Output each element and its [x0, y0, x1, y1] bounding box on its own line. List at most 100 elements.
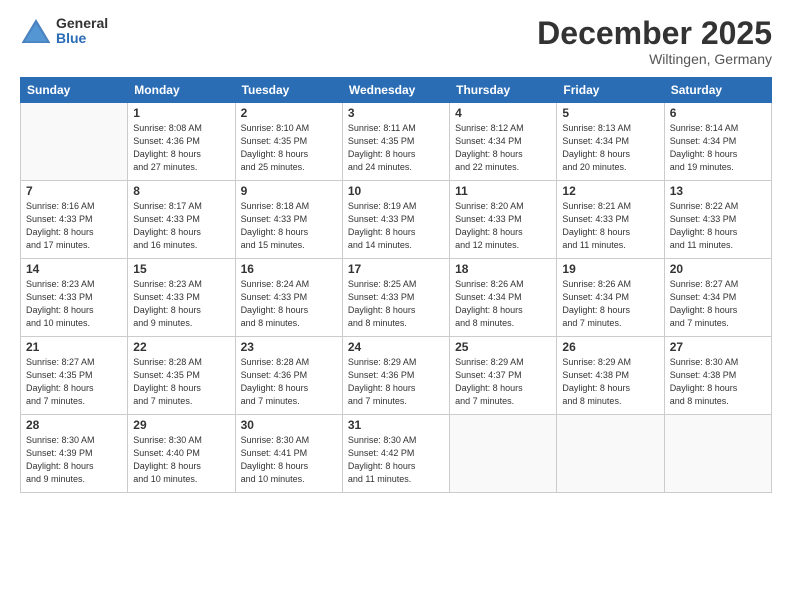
calendar-cell: 2 Sunrise: 8:10 AM Sunset: 4:35 PM Daylig… — [235, 103, 342, 181]
calendar-cell: 28Sunrise: 8:30 AM Sunset: 4:39 PM Dayli… — [21, 415, 128, 493]
calendar-header-friday: Friday — [557, 78, 664, 103]
day-info: Sunrise: 8:30 AM Sunset: 4:41 PM Dayligh… — [241, 434, 337, 486]
day-info: Sunrise: 8:29 AM Sunset: 4:37 PM Dayligh… — [455, 356, 551, 408]
day-info: Sunrise: 8:23 AM Sunset: 4:33 PM Dayligh… — [133, 278, 229, 330]
day-info: Sunrise: 8:30 AM Sunset: 4:38 PM Dayligh… — [670, 356, 766, 408]
day-info: Sunrise: 8:23 AM Sunset: 4:33 PM Dayligh… — [26, 278, 122, 330]
day-info: Sunrise: 8:16 AM Sunset: 4:33 PM Dayligh… — [26, 200, 122, 252]
day-info: Sunrise: 8:11 AM Sunset: 4:35 PM Dayligh… — [348, 122, 444, 174]
day-info: Sunrise: 8:21 AM Sunset: 4:33 PM Dayligh… — [562, 200, 658, 252]
calendar-cell — [21, 103, 128, 181]
calendar-cell: 7 Sunrise: 8:16 AM Sunset: 4:33 PM Daylig… — [21, 181, 128, 259]
calendar-cell: 23 Sunrise: 8:28 AM Sunset: 4:36 PM Dayli… — [235, 337, 342, 415]
calendar-cell — [450, 415, 557, 493]
day-info: Sunrise: 8:25 AM Sunset: 4:33 PM Dayligh… — [348, 278, 444, 330]
day-number: 21 — [26, 340, 122, 354]
day-number: 28 — [26, 418, 122, 432]
day-number: 30 — [241, 418, 337, 432]
day-number: 20 — [670, 262, 766, 276]
logo-text: General Blue — [56, 16, 108, 47]
calendar-cell: 14 Sunrise: 8:23 AM Sunset: 4:33 PM Dayli… — [21, 259, 128, 337]
calendar: SundayMondayTuesdayWednesdayThursdayFrid… — [20, 77, 772, 493]
day-info: Sunrise: 8:28 AM Sunset: 4:35 PM Dayligh… — [133, 356, 229, 408]
day-info: Sunrise: 8:12 AM Sunset: 4:34 PM Dayligh… — [455, 122, 551, 174]
calendar-cell: 10 Sunrise: 8:19 AM Sunset: 4:33 PM Dayli… — [342, 181, 449, 259]
calendar-header-saturday: Saturday — [664, 78, 771, 103]
calendar-cell: 18 Sunrise: 8:26 AM Sunset: 4:34 PM Dayli… — [450, 259, 557, 337]
day-info: Sunrise: 8:22 AM Sunset: 4:33 PM Dayligh… — [670, 200, 766, 252]
calendar-cell: 5 Sunrise: 8:13 AM Sunset: 4:34 PM Daylig… — [557, 103, 664, 181]
day-info: Sunrise: 8:13 AM Sunset: 4:34 PM Dayligh… — [562, 122, 658, 174]
calendar-cell — [557, 415, 664, 493]
calendar-week-3: 14 Sunrise: 8:23 AM Sunset: 4:33 PM Dayli… — [21, 259, 772, 337]
day-number: 11 — [455, 184, 551, 198]
calendar-cell: 27 Sunrise: 8:30 AM Sunset: 4:38 PM Dayli… — [664, 337, 771, 415]
day-info: Sunrise: 8:19 AM Sunset: 4:33 PM Dayligh… — [348, 200, 444, 252]
day-info: Sunrise: 8:30 AM Sunset: 4:40 PM Dayligh… — [133, 434, 229, 486]
day-number: 1 — [133, 106, 229, 120]
day-number: 8 — [133, 184, 229, 198]
calendar-cell: 4Sunrise: 8:12 AM Sunset: 4:34 PM Daylig… — [450, 103, 557, 181]
calendar-cell: 30 Sunrise: 8:30 AM Sunset: 4:41 PM Dayli… — [235, 415, 342, 493]
day-info: Sunrise: 8:30 AM Sunset: 4:42 PM Dayligh… — [348, 434, 444, 486]
calendar-cell — [664, 415, 771, 493]
day-number: 23 — [241, 340, 337, 354]
calendar-header-sunday: Sunday — [21, 78, 128, 103]
day-number: 13 — [670, 184, 766, 198]
day-number: 15 — [133, 262, 229, 276]
calendar-cell: 11Sunrise: 8:20 AM Sunset: 4:33 PM Dayli… — [450, 181, 557, 259]
day-number: 24 — [348, 340, 444, 354]
day-info: Sunrise: 8:26 AM Sunset: 4:34 PM Dayligh… — [562, 278, 658, 330]
calendar-cell: 22 Sunrise: 8:28 AM Sunset: 4:35 PM Dayli… — [128, 337, 235, 415]
day-info: Sunrise: 8:10 AM Sunset: 4:35 PM Dayligh… — [241, 122, 337, 174]
calendar-header-row: SundayMondayTuesdayWednesdayThursdayFrid… — [21, 78, 772, 103]
header: General Blue December 2025 Wiltingen, Ge… — [20, 16, 772, 67]
day-info: Sunrise: 8:29 AM Sunset: 4:36 PM Dayligh… — [348, 356, 444, 408]
day-number: 7 — [26, 184, 122, 198]
calendar-cell: 8 Sunrise: 8:17 AM Sunset: 4:33 PM Daylig… — [128, 181, 235, 259]
calendar-cell: 12 Sunrise: 8:21 AM Sunset: 4:33 PM Dayli… — [557, 181, 664, 259]
calendar-cell: 1Sunrise: 8:08 AM Sunset: 4:36 PM Daylig… — [128, 103, 235, 181]
calendar-cell: 3 Sunrise: 8:11 AM Sunset: 4:35 PM Daylig… — [342, 103, 449, 181]
day-number: 9 — [241, 184, 337, 198]
calendar-header-tuesday: Tuesday — [235, 78, 342, 103]
logo-blue: Blue — [56, 31, 108, 46]
calendar-cell: 6Sunrise: 8:14 AM Sunset: 4:34 PM Daylig… — [664, 103, 771, 181]
day-info: Sunrise: 8:27 AM Sunset: 4:34 PM Dayligh… — [670, 278, 766, 330]
calendar-week-5: 28Sunrise: 8:30 AM Sunset: 4:39 PM Dayli… — [21, 415, 772, 493]
day-info: Sunrise: 8:18 AM Sunset: 4:33 PM Dayligh… — [241, 200, 337, 252]
day-number: 17 — [348, 262, 444, 276]
logo-icon — [20, 17, 52, 45]
logo-general: General — [56, 16, 108, 31]
day-number: 12 — [562, 184, 658, 198]
day-info: Sunrise: 8:28 AM Sunset: 4:36 PM Dayligh… — [241, 356, 337, 408]
day-info: Sunrise: 8:26 AM Sunset: 4:34 PM Dayligh… — [455, 278, 551, 330]
calendar-header-monday: Monday — [128, 78, 235, 103]
day-number: 22 — [133, 340, 229, 354]
day-number: 3 — [348, 106, 444, 120]
day-number: 2 — [241, 106, 337, 120]
calendar-cell: 15 Sunrise: 8:23 AM Sunset: 4:33 PM Dayli… — [128, 259, 235, 337]
calendar-cell: 17 Sunrise: 8:25 AM Sunset: 4:33 PM Dayli… — [342, 259, 449, 337]
day-number: 10 — [348, 184, 444, 198]
calendar-cell: 19Sunrise: 8:26 AM Sunset: 4:34 PM Dayli… — [557, 259, 664, 337]
calendar-cell: 25Sunrise: 8:29 AM Sunset: 4:37 PM Dayli… — [450, 337, 557, 415]
day-info: Sunrise: 8:29 AM Sunset: 4:38 PM Dayligh… — [562, 356, 658, 408]
calendar-cell: 16 Sunrise: 8:24 AM Sunset: 4:33 PM Dayli… — [235, 259, 342, 337]
day-number: 27 — [670, 340, 766, 354]
day-info: Sunrise: 8:17 AM Sunset: 4:33 PM Dayligh… — [133, 200, 229, 252]
calendar-cell: 29 Sunrise: 8:30 AM Sunset: 4:40 PM Dayli… — [128, 415, 235, 493]
day-number: 29 — [133, 418, 229, 432]
location: Wiltingen, Germany — [537, 51, 772, 67]
day-number: 16 — [241, 262, 337, 276]
logo: General Blue — [20, 16, 108, 47]
calendar-cell: 26Sunrise: 8:29 AM Sunset: 4:38 PM Dayli… — [557, 337, 664, 415]
day-number: 31 — [348, 418, 444, 432]
day-number: 18 — [455, 262, 551, 276]
calendar-cell: 21Sunrise: 8:27 AM Sunset: 4:35 PM Dayli… — [21, 337, 128, 415]
day-info: Sunrise: 8:24 AM Sunset: 4:33 PM Dayligh… — [241, 278, 337, 330]
day-number: 5 — [562, 106, 658, 120]
calendar-header-thursday: Thursday — [450, 78, 557, 103]
day-number: 14 — [26, 262, 122, 276]
calendar-cell: 9 Sunrise: 8:18 AM Sunset: 4:33 PM Daylig… — [235, 181, 342, 259]
